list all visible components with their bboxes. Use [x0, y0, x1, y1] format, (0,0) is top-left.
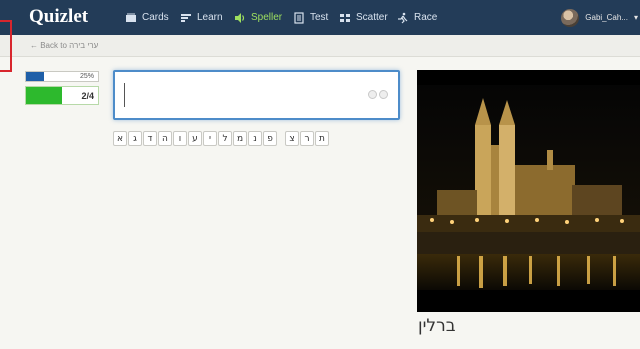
cathedral-night-photo [417, 70, 640, 312]
term-image [417, 70, 640, 312]
nav-race-label: Race [414, 12, 438, 23]
speaker-icon [235, 12, 245, 23]
top-nav-bar: Quizlet Cards Learn Speller Test Scatter… [0, 0, 640, 35]
nav-learn[interactable]: Learn [180, 0, 223, 35]
round-progress-fill [26, 87, 62, 104]
chevron-down-icon: ▾ [633, 13, 638, 22]
nav-cards-label: Cards [142, 12, 169, 23]
key-button[interactable]: י [203, 131, 217, 146]
nav-cards[interactable]: Cards [125, 0, 169, 35]
learn-icon [181, 13, 191, 22]
answer-input[interactable] [121, 80, 361, 110]
highlight-frame [0, 20, 12, 72]
nav-speller[interactable]: Speller [234, 0, 282, 35]
round-progress-label: 2/4 [81, 91, 94, 101]
race-icon [398, 12, 408, 23]
key-button[interactable]: ע [188, 131, 202, 146]
key-button[interactable]: ת [315, 131, 329, 146]
key-button[interactable]: צ [285, 131, 299, 146]
hebrew-keyboard: אגדהועילמנפצרת [113, 131, 329, 146]
key-button[interactable]: ד [143, 131, 157, 146]
app-logo[interactable]: Quizlet [29, 6, 88, 28]
round-progress-bar: 2/4 [25, 86, 99, 105]
key-button[interactable]: מ [233, 131, 247, 146]
nav-race[interactable]: Race [397, 0, 437, 35]
overall-progress-fill [26, 72, 44, 81]
nav-test[interactable]: Test [293, 0, 328, 35]
key-button[interactable]: ו [173, 131, 187, 146]
back-link[interactable]: ← Back to ערי בירה [30, 41, 98, 50]
overall-progress-bar: 25% [25, 71, 99, 82]
answer-field[interactable] [113, 70, 400, 120]
text-caret [124, 83, 125, 107]
key-button[interactable]: ר [300, 131, 314, 146]
username: Gabi_Cah... [585, 13, 628, 22]
key-button[interactable]: פ [263, 131, 277, 146]
cards-icon [126, 13, 136, 22]
avatar [561, 8, 580, 27]
nav-scatter-label: Scatter [356, 12, 388, 23]
nav-scatter[interactable]: Scatter [339, 0, 388, 35]
key-button[interactable]: ג [128, 131, 142, 146]
sub-bar: ← Back to ערי בירה [0, 35, 640, 57]
key-button[interactable]: נ [248, 131, 262, 146]
key-button[interactable]: א [113, 131, 127, 146]
test-icon [294, 11, 304, 24]
key-button[interactable]: ל [218, 131, 232, 146]
loading-spinner-icon [368, 90, 388, 99]
nav-test-label: Test [310, 12, 329, 23]
nav-speller-label: Speller [251, 12, 283, 23]
overall-progress-label: 25% [79, 73, 94, 80]
nav-learn-label: Learn [197, 12, 223, 23]
scatter-icon [340, 13, 350, 22]
user-menu[interactable]: Gabi_Cah... ▾ [561, 0, 640, 35]
term-text: ברלין [418, 316, 456, 336]
key-button[interactable]: ה [158, 131, 172, 146]
